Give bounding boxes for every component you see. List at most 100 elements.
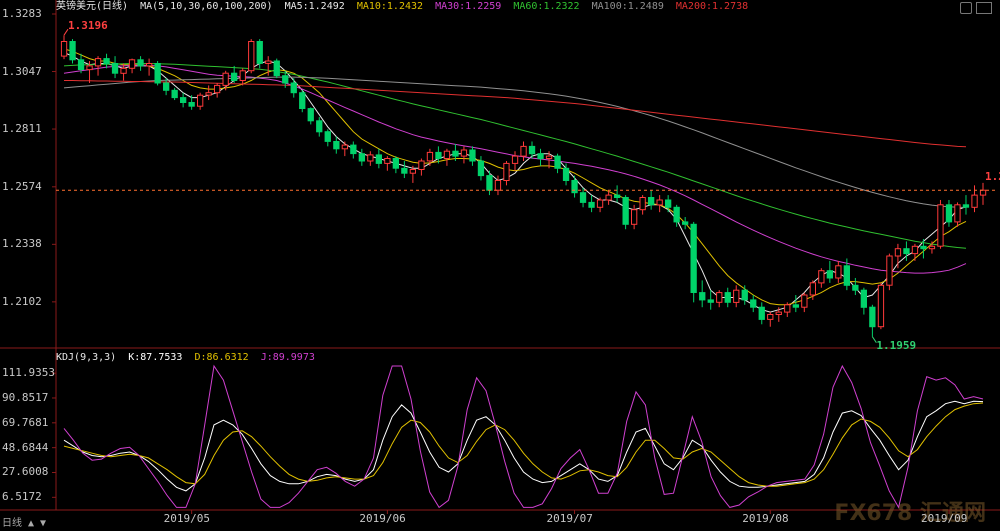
- candle-down: [869, 306, 876, 328]
- candle-up: [120, 67, 127, 74]
- candle-up: [784, 304, 791, 313]
- candle-up: [460, 149, 468, 157]
- candle-up: [733, 289, 740, 303]
- candle-up: [86, 65, 93, 71]
- date-tick-label: 2019/05: [163, 512, 210, 525]
- candle-up: [596, 199, 604, 208]
- candle-down: [554, 155, 561, 169]
- candle-down: [282, 75, 289, 84]
- candle-down: [154, 63, 161, 84]
- candle-down: [452, 150, 459, 157]
- candle-down: [537, 153, 544, 160]
- kdj-tick-label: 48.6844: [2, 440, 49, 454]
- candle-down: [273, 60, 280, 77]
- candle-up: [409, 169, 417, 174]
- candle-up: [511, 155, 519, 164]
- price-tick-label: 1.3283: [2, 7, 42, 20]
- settings-icon[interactable]: [960, 2, 972, 14]
- candle-up: [894, 248, 902, 257]
- ma-set-label: MA(5,10,30,60,100,200): [140, 1, 273, 12]
- candle-down: [648, 197, 655, 206]
- candle-down: [180, 97, 187, 103]
- kdj-d-value: D:86.6312: [194, 352, 249, 363]
- kdj-tick-label: 111.9353: [2, 366, 55, 380]
- candle-down: [707, 299, 714, 303]
- candle-down: [307, 108, 314, 122]
- candle-down: [316, 120, 323, 133]
- candle-up: [520, 145, 527, 157]
- candle-down: [477, 160, 485, 177]
- candle-down: [579, 192, 587, 203]
- candle-up: [818, 270, 825, 284]
- candle-up: [205, 92, 212, 96]
- price-tick-label: 1.2102: [2, 294, 42, 308]
- kdj-tick-label: 69.7681: [2, 415, 49, 429]
- candle-down: [163, 82, 170, 91]
- candle-up: [937, 204, 944, 247]
- candle-down: [690, 223, 697, 293]
- kdj-name[interactable]: KDJ(9,3,3): [56, 352, 116, 363]
- candle-up: [877, 284, 885, 328]
- kdj-tick-label: 27.6008: [2, 465, 49, 479]
- candle-up: [60, 41, 68, 57]
- candle-down: [673, 206, 680, 223]
- kdj-tick-label: 90.8517: [2, 390, 49, 404]
- date-tick-label: 2019/07: [546, 512, 593, 525]
- candle-down: [920, 245, 927, 250]
- candle-up: [197, 94, 204, 107]
- kdj-header: KDJ(9,3,3) K:87.7533 D:86.6312 J:89.9973: [56, 351, 321, 365]
- kdj-j-value: J:89.9973: [260, 352, 315, 363]
- candle-down: [562, 167, 570, 182]
- candle-up: [239, 70, 246, 82]
- candle-up: [222, 72, 229, 86]
- candle-down: [860, 289, 868, 308]
- candle-up: [443, 150, 451, 159]
- candle-down: [699, 292, 706, 301]
- candle-down: [358, 153, 366, 162]
- candle-up: [971, 194, 978, 208]
- candle-down: [350, 144, 357, 155]
- ma200-value: MA200:1.2738: [675, 1, 749, 12]
- period-label[interactable]: (日线): [96, 1, 128, 12]
- period-tab-label[interactable]: 日线: [2, 518, 22, 529]
- ma10-value: MA10:1.2432: [356, 1, 424, 12]
- price-header: 英镑美元(日线) MA(5,10,30,60,100,200) MA5:1.24…: [56, 0, 754, 14]
- candle-down: [103, 58, 110, 64]
- date-tick-label: 2019/09: [920, 512, 968, 525]
- price-annotations: [56, 28, 995, 343]
- period-tab[interactable]: 日线 ▲ ▼: [2, 514, 46, 529]
- candle-up: [954, 204, 961, 223]
- candle-down: [137, 59, 144, 67]
- candle-up: [265, 60, 272, 64]
- candle-up: [128, 59, 136, 69]
- chart-canvas: [0, 0, 1000, 514]
- candle-down: [571, 180, 578, 194]
- candle-up: [426, 151, 434, 162]
- candle-down: [486, 175, 493, 191]
- candle-down: [758, 306, 765, 320]
- ma60-value: MA60:1.2322: [513, 1, 580, 12]
- kdj-j-line: [63, 364, 984, 509]
- price-tick-label: 1.2811: [2, 122, 42, 136]
- candle-down: [588, 201, 595, 208]
- candle-down: [682, 221, 689, 225]
- candle-up: [384, 158, 391, 164]
- candle-down: [77, 59, 85, 70]
- candlestick-series: [60, 35, 987, 337]
- candle-up: [94, 58, 102, 67]
- window-icon[interactable]: [976, 2, 992, 14]
- candle-down: [188, 102, 195, 107]
- chart-frame: [0, 0, 1000, 514]
- ma30-value: MA30:1.2259: [435, 1, 502, 12]
- candle-down: [962, 204, 970, 208]
- candle-up: [214, 84, 221, 94]
- symbol-name[interactable]: 英镑美元: [56, 1, 96, 12]
- candle-up: [503, 162, 510, 181]
- low-price-label: 1.1959: [876, 338, 917, 352]
- candle-down: [299, 92, 306, 109]
- candle-down: [741, 289, 748, 301]
- candle-down: [469, 149, 476, 162]
- price-tick-label: 1.2338: [2, 237, 42, 251]
- last-price-label: 1.2560: [985, 170, 1000, 184]
- candle-up: [656, 199, 663, 206]
